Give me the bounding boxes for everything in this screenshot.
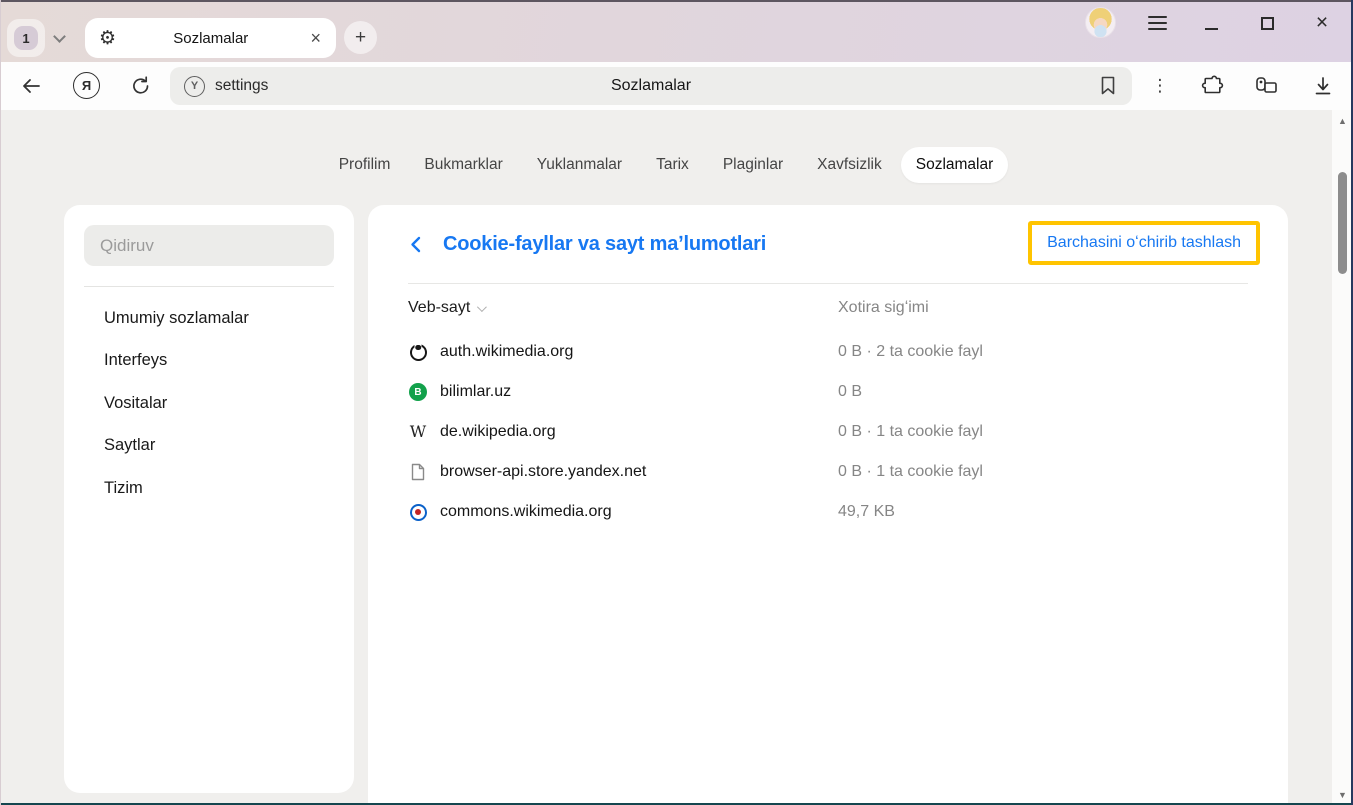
table-row[interactable]: browser-api.store.yandex.net 0 B · 1 ta … [408,452,1248,492]
sidebar-item-interfeys[interactable]: Interfeys [64,340,354,383]
window-maximize-button[interactable] [1250,6,1284,40]
scrollbar-thumb[interactable] [1338,172,1347,274]
site-domain: browser-api.store.yandex.net [440,463,838,481]
nav-tab-tarix[interactable]: Tarix [641,147,704,183]
back-button[interactable] [18,73,44,99]
column-site-sort[interactable]: Veb-sayt [408,299,838,317]
nav-tab-sozlamalar[interactable]: Sozlamalar [901,147,1009,183]
toolbar-more-icon[interactable]: ⋮ [1147,73,1173,99]
site-domain: auth.wikimedia.org [440,343,838,361]
document-favicon-icon [411,463,425,481]
scroll-up-icon[interactable]: ▲ [1332,116,1353,126]
table-row[interactable]: B bilimlar.uz 0 B [408,372,1248,412]
column-size-label: Xotira sigʻimi [838,299,929,317]
site-domain: de.wikipedia.org [440,423,838,441]
settings-gear-icon: ⚙ [99,29,116,48]
menu-hamburger-icon[interactable] [1148,16,1167,34]
table-row[interactable]: W de.wikipedia.org 0 B · 1 ta cookie fay… [408,412,1248,452]
extensions-puzzle-icon[interactable] [1199,73,1225,99]
settings-sidebar: Umumiy sozlamalar Interfeys Vositalar Sa… [64,205,354,793]
bilimlar-favicon-icon: B [409,383,427,401]
cookies-header: Cookie-fayllar va sayt maʼlumotlari Barc… [368,205,1288,283]
commons-favicon-icon [410,504,427,521]
tab-count: 1 [14,26,38,50]
page-scrollbar[interactable]: ▲ ▼ [1332,110,1353,805]
yandex-logo-icon[interactable]: Я [73,72,100,99]
nav-tab-profilim[interactable]: Profilim [324,147,406,183]
tab-close-icon[interactable]: × [305,28,326,49]
back-chevron-icon[interactable] [410,236,421,253]
site-domain: bilimlar.uz [440,383,838,401]
browser-window: 1 ⚙ Sozlamalar × + × Я Y settings Sozlam… [0,0,1353,805]
tab-list-chevron-down-icon[interactable] [53,30,66,43]
nav-tab-plaginlar[interactable]: Plaginlar [708,147,798,183]
table-row[interactable]: auth.wikimedia.org 0 B · 2 ta cookie fay… [408,332,1248,372]
settings-nav-tabs: Profilim Bukmarklar Yuklanmalar Tarix Pl… [0,147,1332,183]
delete-all-button[interactable]: Barchasini oʻchirib tashlash [1028,221,1260,265]
nav-tab-yuklanmalar[interactable]: Yuklanmalar [522,147,637,183]
site-badge-icon[interactable]: Y [184,76,205,97]
sidebar-item-tizim[interactable]: Tizim [64,467,354,510]
header-divider [408,283,1248,284]
site-storage: 0 B [838,383,862,401]
settings-page: Profilim Bukmarklar Yuklanmalar Tarix Pl… [0,110,1353,805]
browser-toolbar: Я Y settings Sozlamalar ⋮ [0,62,1353,110]
sidebar-item-saytlar[interactable]: Saytlar [64,425,354,468]
downloads-icon[interactable] [1310,73,1336,99]
window-border-top [0,0,1353,2]
site-domain: commons.wikimedia.org [440,503,838,521]
sidebar-items: Umumiy sozlamalar Interfeys Vositalar Sa… [64,297,354,510]
address-bar[interactable]: Y settings Sozlamalar [170,67,1132,105]
window-border-left [0,0,1,805]
sort-chevron-down-icon [477,302,487,312]
tab-counter-button[interactable]: 1 [7,19,45,57]
wikimedia-favicon-icon [410,344,427,361]
sidebar-item-vositalar[interactable]: Vositalar [64,382,354,425]
profile-avatar[interactable] [1085,7,1116,38]
address-url: settings [215,77,268,95]
passwords-key-icon[interactable] [1254,73,1280,99]
new-tab-button[interactable]: + [344,21,377,54]
site-list: auth.wikimedia.org 0 B · 2 ta cookie fay… [408,332,1248,532]
window-close-button[interactable]: × [1305,6,1339,40]
search-input[interactable] [84,225,334,266]
address-page-title: Sozlamalar [170,77,1132,95]
site-storage: 0 B · 1 ta cookie fayl [838,463,983,481]
site-storage: 0 B · 1 ta cookie fayl [838,423,983,441]
bookmark-icon[interactable] [1100,76,1116,96]
page-title: Cookie-fayllar va sayt maʼlumotlari [443,233,766,256]
table-row[interactable]: commons.wikimedia.org 49,7 KB [408,492,1248,532]
sidebar-divider [84,286,334,287]
cookies-panel: Cookie-fayllar va sayt maʼlumotlari Barc… [368,205,1288,805]
scroll-down-icon[interactable]: ▼ [1332,790,1353,800]
column-site-label: Veb-sayt [408,299,470,317]
nav-tab-bukmarklar[interactable]: Bukmarklar [409,147,517,183]
sidebar-item-umumiy-sozlamalar[interactable]: Umumiy sozlamalar [64,297,354,340]
nav-tab-xavfsizlik[interactable]: Xavfsizlik [802,147,897,183]
wikipedia-favicon-icon: W [410,424,426,440]
tab-strip: 1 ⚙ Sozlamalar × + × [0,0,1353,62]
reload-button[interactable] [128,73,154,99]
site-storage: 0 B · 2 ta cookie fayl [838,343,983,361]
site-storage: 49,7 KB [838,503,895,521]
tab-title: Sozlamalar [116,30,305,47]
window-minimize-button[interactable] [1194,6,1228,40]
table-header: Veb-sayt Xotira sigʻimi [408,291,1248,325]
tab-sozlamalar[interactable]: ⚙ Sozlamalar × [85,18,336,58]
